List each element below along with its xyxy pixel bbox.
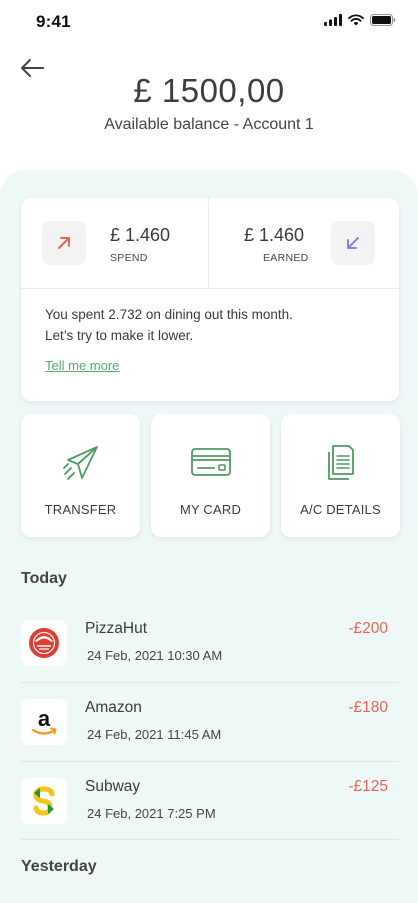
- my-card-label: MY CARD: [179, 502, 242, 517]
- arrow-up-right-icon: [58, 237, 70, 249]
- transaction-row[interactable]: a Amazon 24 Feb, 2021 11:45 AM -£180: [21, 699, 399, 777]
- transfer-button[interactable]: TRANSFER: [21, 414, 140, 537]
- spend-amount: £ 1.460: [110, 225, 171, 245]
- transaction-date: 24 Feb, 2021 10:30 AM: [87, 648, 223, 663]
- merchant-name: Subway: [85, 778, 141, 795]
- balance-amount: £ 1500,00: [133, 72, 285, 109]
- signal-icon: [324, 14, 342, 26]
- credit-card-icon: [190, 448, 231, 476]
- transaction-row[interactable]: PizzaHut 24 Feb, 2021 10:30 AM -£200: [21, 620, 399, 698]
- earned-amount: £ 1.460: [244, 225, 305, 245]
- spend-icon-tile: [42, 221, 86, 265]
- transaction-amount: -£200: [348, 620, 388, 637]
- svg-text:a: a: [38, 706, 51, 731]
- ac-details-label: A/C DETAILS: [300, 502, 381, 517]
- transaction-row[interactable]: Subway 24 Feb, 2021 7:25 PM -£125: [21, 778, 399, 856]
- merchant-name: PizzaHut: [85, 620, 148, 637]
- summary-divider-horizontal: [21, 288, 399, 289]
- transfer-label: TRANSFER: [44, 502, 117, 517]
- transaction-date: 24 Feb, 2021 11:45 AM: [87, 727, 222, 742]
- transaction-amount: -£125: [348, 778, 388, 795]
- section-title-yesterday: Yesterday: [21, 858, 97, 875]
- spending-tip: You spent 2.732 on dining out this month…: [45, 304, 375, 346]
- row-divider: [21, 839, 399, 840]
- spending-tip-line2: Let’s try to make it lower.: [45, 328, 194, 343]
- pizzahut-logo-icon: [29, 628, 59, 658]
- status-icons: [324, 14, 396, 26]
- section-title-today: Today: [21, 570, 67, 587]
- subway-logo-icon: [33, 786, 55, 816]
- spending-tip-line1: You spent 2.732 on dining out this month…: [45, 307, 293, 322]
- paper-plane-icon: [62, 446, 98, 480]
- merchant-logo: [21, 620, 67, 666]
- battery-icon: [370, 14, 396, 26]
- amazon-logo-icon: a: [31, 706, 57, 735]
- summary-divider: [208, 198, 209, 288]
- merchant-logo: a: [21, 699, 67, 745]
- transaction-date: 24 Feb, 2021 7:25 PM: [87, 806, 216, 821]
- transaction-amount: -£180: [348, 699, 388, 716]
- row-divider: [21, 682, 399, 683]
- arrow-down-left-icon: [347, 237, 359, 249]
- row-divider: [21, 761, 399, 762]
- spend-label: SPEND: [110, 252, 148, 264]
- summary-card: £ 1.460 SPEND £ 1.460 EARNED You spent 2…: [21, 198, 399, 401]
- wifi-icon: [348, 14, 364, 26]
- balance-subtitle: Available balance - Account 1: [104, 116, 314, 133]
- earned-icon-tile: [331, 221, 375, 265]
- merchant-logo: [21, 778, 67, 824]
- ac-details-button[interactable]: A/C DETAILS: [281, 414, 400, 537]
- documents-icon: [327, 445, 354, 480]
- tell-me-more-link[interactable]: Tell me more: [45, 358, 119, 373]
- my-card-button[interactable]: MY CARD: [151, 414, 270, 537]
- merchant-name: Amazon: [85, 699, 142, 716]
- status-time: 9:41: [36, 12, 71, 31]
- earned-label: EARNED: [263, 252, 309, 264]
- status-bar: 9:41: [0, 0, 418, 44]
